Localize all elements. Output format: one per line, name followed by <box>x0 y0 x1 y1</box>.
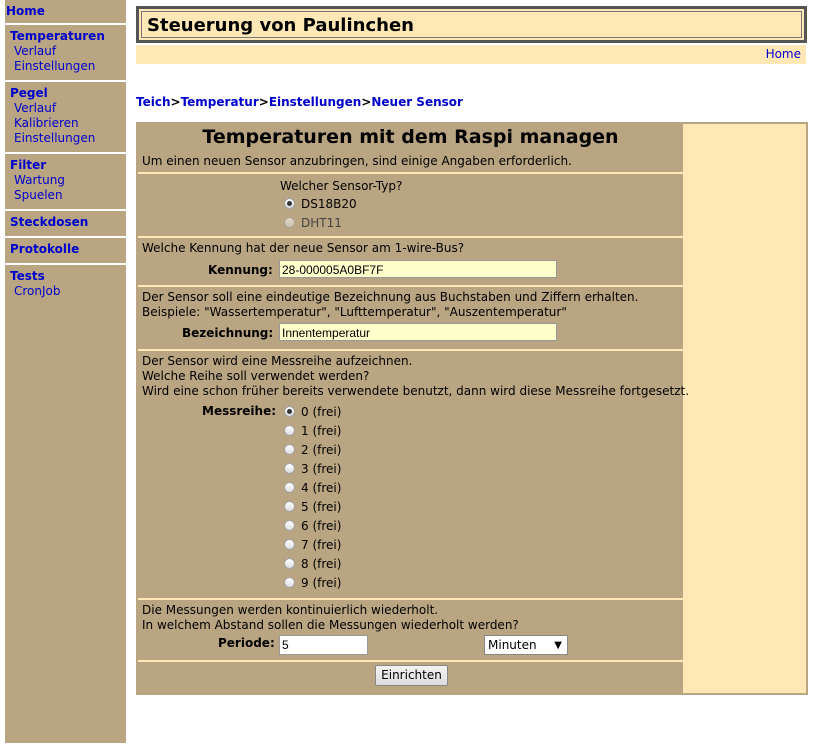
breadcrumb-temperatur[interactable]: Temperatur <box>181 95 259 109</box>
sidebar-group-home: Home <box>5 0 126 25</box>
messreihe-option-label: 7 (frei) <box>301 538 342 552</box>
messreihe-text2: Welche Reihe soll verwendet werden? <box>142 369 370 383</box>
radio-dht11 <box>284 217 295 228</box>
home-link[interactable]: Home <box>766 47 801 61</box>
bezeichnung-text2: Beispiele: "Wassertemperatur", "Lufttemp… <box>142 305 567 319</box>
sidebar-group-steckdosen: Steckdosen <box>5 211 126 238</box>
bezeichnung-label: Bezeichnung: <box>182 326 274 340</box>
periode-label: Periode: <box>218 636 275 650</box>
periode-unit-value: Minuten <box>488 638 537 652</box>
kennung-label: Kennung: <box>208 263 273 277</box>
bezeichnung-input[interactable]: Innentemperatur <box>279 323 557 341</box>
messreihe-radio[interactable] <box>284 520 295 531</box>
section-sensor-type: Welcher Sensor-Typ? DS18B20 DHT11 <box>138 172 683 236</box>
radio-dht11-label: DHT11 <box>301 216 342 230</box>
bezeichnung-text1: Der Sensor soll eine eindeutige Bezeichn… <box>142 290 639 304</box>
sidebar-item-filter-wartung[interactable]: Wartung <box>5 173 126 188</box>
messreihe-option-label: 8 (frei) <box>301 557 342 571</box>
sidebar-group-pegel: Pegel Verlauf Kalibrieren Einstellungen <box>5 82 126 154</box>
messreihe-label: Messreihe: <box>202 404 277 418</box>
messreihe-radio[interactable] <box>284 444 295 455</box>
radio-ds18b20-label: DS18B20 <box>301 197 357 211</box>
messreihe-option-label: 5 (frei) <box>301 500 342 514</box>
form-title: Temperaturen mit dem Raspi managen <box>202 126 619 148</box>
breadcrumb-separator: > <box>258 95 269 109</box>
sidebar-item-filter-spuelen[interactable]: Spuelen <box>5 188 126 203</box>
breadcrumb-teich[interactable]: Teich <box>136 95 171 109</box>
messreihe-radio[interactable] <box>284 577 295 588</box>
sidebar-item-temperaturen-einstellungen[interactable]: Einstellungen <box>5 59 126 74</box>
messreihe-option-label: 3 (frei) <box>301 462 342 476</box>
messreihe-option-label: 2 (frei) <box>301 443 342 457</box>
sidebar-item-protokolle[interactable]: Protokolle <box>5 242 126 257</box>
messreihe-text1: Der Sensor wird eine Messreihe aufzeichn… <box>142 354 413 368</box>
header-inner-frame: Steuerung von Paulinchen <box>141 11 802 38</box>
kennung-input[interactable]: 28-000005A0BF7F <box>279 260 557 278</box>
breadcrumb-separator: > <box>170 95 181 109</box>
sidebar-group-protokolle: Protokolle <box>5 238 126 265</box>
sensor-type-question: Welcher Sensor-Typ? <box>280 179 403 193</box>
sidebar-group-tests: Tests CronJob <box>5 265 126 305</box>
periode-text2: In welchem Abstand sollen die Messungen … <box>142 618 519 632</box>
sidebar-group-temperaturen: Temperaturen Verlauf Einstellungen <box>5 25 126 82</box>
chevron-down-icon: ▼ <box>554 640 562 651</box>
home-bar: Home <box>136 45 806 64</box>
sidebar-item-pegel-kalibrieren[interactable]: Kalibrieren <box>5 116 126 131</box>
form-panel: Temperaturen mit dem Raspi managen Um ei… <box>136 122 808 695</box>
messreihe-radio[interactable] <box>284 463 295 474</box>
breadcrumb-einstellungen[interactable]: Einstellungen <box>269 95 361 109</box>
section-kennung: Welche Kennung hat der neue Sensor am 1-… <box>138 236 683 285</box>
messreihe-radio[interactable] <box>284 406 295 417</box>
messreihe-text3: Wird eine schon früher bereits verwendet… <box>142 384 690 398</box>
periode-input[interactable]: 5 <box>279 635 368 655</box>
kennung-question: Welche Kennung hat der neue Sensor am 1-… <box>142 241 465 255</box>
messreihe-option-label: 1 (frei) <box>301 424 342 438</box>
messreihe-radio[interactable] <box>284 482 295 493</box>
header-banner: Steuerung von Paulinchen <box>136 6 807 43</box>
sensor-form: Temperaturen mit dem Raspi managen Um ei… <box>138 124 689 693</box>
messreihe-radio[interactable] <box>284 425 295 436</box>
sidebar-item-temperaturen[interactable]: Temperaturen <box>5 29 126 44</box>
sidebar-item-pegel-verlauf[interactable]: Verlauf <box>5 101 126 116</box>
sidebar-item-pegel[interactable]: Pegel <box>5 86 126 101</box>
periode-unit-select[interactable]: Minuten ▼ <box>484 635 568 655</box>
sidebar-item-temperaturen-verlauf[interactable]: Verlauf <box>5 44 126 59</box>
sidebar-item-tests-cronjob[interactable]: CronJob <box>5 284 126 299</box>
messreihe-radio[interactable] <box>284 539 295 550</box>
radio-ds18b20[interactable] <box>284 198 295 209</box>
section-bezeichnung: Der Sensor soll eine eindeutige Bezeichn… <box>138 285 683 349</box>
messreihe-option-label: 9 (frei) <box>301 576 342 590</box>
einrichten-button[interactable]: Einrichten <box>375 665 448 686</box>
sidebar-item-steckdosen[interactable]: Steckdosen <box>5 215 126 230</box>
messreihe-option-label: 4 (frei) <box>301 481 342 495</box>
breadcrumb-separator: > <box>361 95 372 109</box>
messreihe-radio[interactable] <box>284 501 295 512</box>
sidebar-item-filter[interactable]: Filter <box>5 158 126 173</box>
page-title: Steuerung von Paulinchen <box>147 15 414 36</box>
periode-text1: Die Messungen werden kontinuierlich wied… <box>142 603 439 617</box>
messreihe-option-label: 0 (frei) <box>301 405 342 419</box>
sidebar: Home Temperaturen Verlauf Einstellungen … <box>5 0 126 743</box>
sidebar-item-pegel-einstellungen[interactable]: Einstellungen <box>5 131 126 146</box>
section-periode: Die Messungen werden kontinuierlich wied… <box>138 598 683 660</box>
sidebar-item-tests[interactable]: Tests <box>5 269 126 284</box>
breadcrumb-neuer-sensor[interactable]: Neuer Sensor <box>371 95 463 109</box>
section-messreihe: Der Sensor wird eine Messreihe aufzeichn… <box>138 349 689 598</box>
messreihe-radio[interactable] <box>284 558 295 569</box>
form-intro: Um einen neuen Sensor anzubringen, sind … <box>142 154 572 168</box>
sidebar-group-filter: Filter Wartung Spuelen <box>5 154 126 211</box>
sidebar-item-home[interactable]: Home <box>5 4 126 19</box>
messreihe-option-label: 6 (frei) <box>301 519 342 533</box>
breadcrumb: Teich>Temperatur>Einstellungen>Neuer Sen… <box>136 95 463 109</box>
